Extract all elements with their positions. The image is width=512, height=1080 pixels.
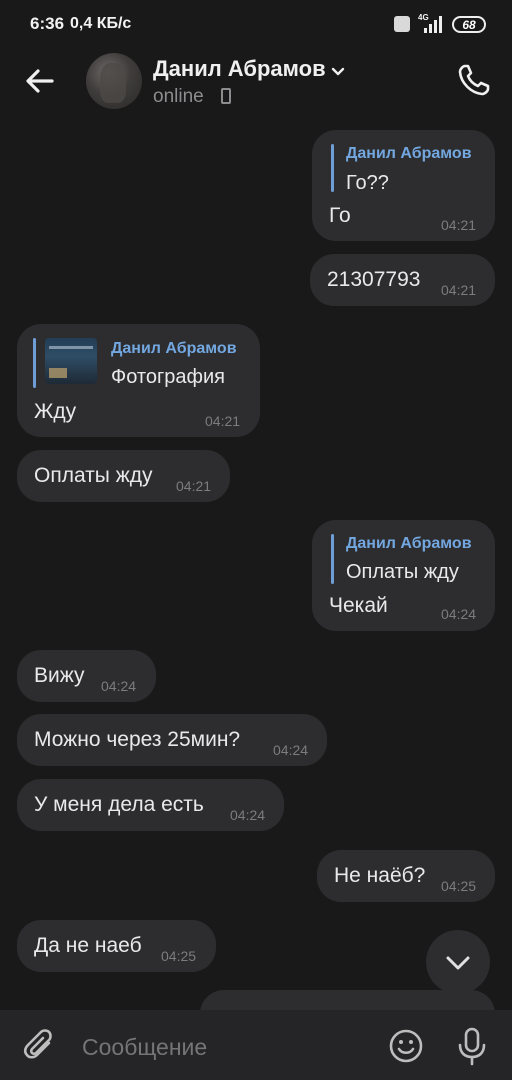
message-bubble-in[interactable]: Вижу 04:24 bbox=[17, 650, 156, 702]
reply-text: Оплаты жду bbox=[346, 561, 459, 583]
battery-icon: 68 bbox=[452, 16, 486, 33]
mobile-device-icon bbox=[221, 88, 231, 104]
avatar[interactable] bbox=[86, 53, 142, 109]
scroll-down-button[interactable] bbox=[426, 930, 490, 994]
smile-icon[interactable] bbox=[388, 1028, 424, 1064]
message-text: Можно через 25мин? bbox=[34, 728, 241, 751]
message-bubble-in[interactable]: У меня дела есть 04:24 bbox=[17, 779, 284, 831]
message-bubble-out[interactable]: 21307793 04:21 bbox=[310, 254, 495, 306]
reply-text: Фотография bbox=[111, 366, 225, 388]
message-bubble-out[interactable]: Не наёб? 04:25 bbox=[317, 850, 495, 902]
message-bubble-in[interactable]: Оплаты жду 04:21 bbox=[17, 450, 230, 502]
phone-icon[interactable] bbox=[456, 62, 492, 98]
message-time: 04:21 bbox=[205, 413, 241, 429]
chat-header: Данил Абрамов online bbox=[0, 48, 512, 118]
volte-icon bbox=[394, 16, 410, 32]
message-text: Го bbox=[329, 204, 351, 227]
photo-thumbnail[interactable] bbox=[45, 338, 97, 384]
message-time: 04:25 bbox=[161, 948, 197, 964]
message-text: У меня дела есть bbox=[34, 793, 204, 816]
message-time: 04:24 bbox=[230, 807, 266, 823]
reply-bar bbox=[33, 338, 36, 388]
message-text: Да не наеб bbox=[34, 934, 142, 957]
message-time: 04:21 bbox=[441, 217, 477, 233]
reply-author: Данил Абрамов bbox=[111, 340, 237, 357]
reply-bar bbox=[331, 144, 334, 192]
message-input-bar bbox=[0, 1010, 512, 1080]
paperclip-icon[interactable] bbox=[22, 1028, 58, 1064]
reply-bar bbox=[331, 534, 334, 584]
message-text: Жду bbox=[34, 400, 77, 423]
reply-text: Го?? bbox=[346, 172, 389, 194]
message-time: 04:25 bbox=[441, 878, 477, 894]
message-bubble-out[interactable]: Данил Абрамов Оплаты жду Чекай 04:24 bbox=[312, 520, 495, 631]
message-time: 04:24 bbox=[101, 678, 137, 694]
message-bubble-out[interactable]: Данил Абрамов Го?? Го 04:21 bbox=[312, 130, 495, 241]
message-time: 04:24 bbox=[441, 606, 477, 622]
arrow-left-icon[interactable] bbox=[20, 61, 60, 101]
message-text: Оплаты жду bbox=[34, 464, 153, 487]
message-time: 04:24 bbox=[273, 742, 309, 758]
chevron-down-icon[interactable] bbox=[330, 64, 346, 80]
message-time: 04:21 bbox=[176, 478, 212, 494]
status-time: 6:36 bbox=[30, 14, 65, 33]
message-bubble-in[interactable]: Да не наеб 04:25 bbox=[17, 920, 216, 972]
message-text: Вижу bbox=[34, 664, 85, 687]
reply-author: Данил Абрамов bbox=[346, 535, 472, 552]
message-bubble-in[interactable]: Данил Абрамов Фотография Жду 04:21 bbox=[17, 324, 260, 437]
signal-icon bbox=[424, 16, 442, 33]
online-status: online bbox=[153, 86, 204, 107]
message-text: 21307793 bbox=[327, 268, 421, 291]
contact-name[interactable]: Данил Абрамов bbox=[153, 56, 326, 82]
message-time: 04:21 bbox=[441, 282, 477, 298]
microphone-icon[interactable] bbox=[454, 1026, 490, 1066]
status-speed: 0,4 КБ/с bbox=[70, 15, 132, 32]
message-bubble-in[interactable]: Можно через 25мин? 04:24 bbox=[17, 714, 327, 766]
message-text: Чекай bbox=[329, 594, 388, 617]
reply-author: Данил Абрамов bbox=[346, 145, 472, 162]
status-bar: 6:36 0,4 КБ/с 4G 68 bbox=[0, 0, 512, 48]
message-text: Не наёб? bbox=[334, 864, 426, 887]
message-input[interactable] bbox=[82, 1032, 362, 1062]
chevron-down-icon bbox=[446, 956, 470, 970]
